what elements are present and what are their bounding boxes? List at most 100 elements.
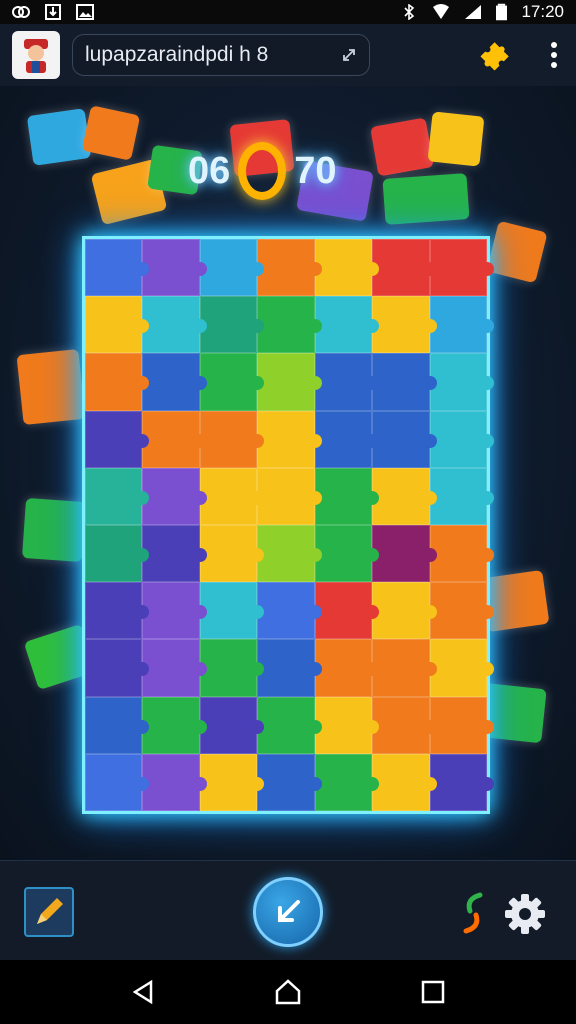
puzzle-tile[interactable]	[142, 467, 208, 525]
loose-piece[interactable]	[480, 569, 550, 633]
gear-icon	[505, 894, 545, 934]
hint-button[interactable]	[24, 887, 74, 937]
puzzle-tile[interactable]	[372, 753, 438, 811]
loose-piece[interactable]	[370, 117, 434, 177]
puzzle-tile[interactable]	[199, 525, 265, 583]
shuffle-button[interactable]	[460, 891, 486, 935]
notification-icon	[12, 6, 30, 18]
collapse-icon[interactable]	[341, 47, 357, 63]
puzzle-tile[interactable]	[85, 525, 150, 583]
puzzle-tile[interactable]	[372, 696, 438, 754]
puzzle-tile[interactable]	[142, 753, 208, 811]
puzzle-tile[interactable]	[372, 639, 438, 697]
loose-piece[interactable]	[16, 348, 86, 426]
puzzle-tile[interactable]	[429, 239, 495, 297]
back-button[interactable]	[123, 972, 163, 1012]
puzzle-tile[interactable]	[372, 410, 438, 468]
recents-button[interactable]	[413, 972, 453, 1012]
wifi-icon	[433, 4, 450, 19]
puzzle-tile[interactable]	[429, 639, 495, 697]
puzzle-tile[interactable]	[257, 639, 323, 697]
more-options-button[interactable]	[544, 37, 564, 73]
puzzle-tile[interactable]	[257, 296, 323, 354]
puzzle-tile[interactable]	[429, 525, 495, 583]
puzzle-tile[interactable]	[372, 353, 438, 411]
puzzle-tile[interactable]	[199, 639, 265, 697]
puzzle-tile[interactable]	[429, 296, 495, 354]
character-avatar-icon	[24, 39, 48, 73]
puzzle-tile[interactable]	[314, 353, 380, 411]
puzzle-tile[interactable]	[199, 582, 265, 640]
puzzle-tile[interactable]	[257, 239, 323, 297]
puzzle-piece-button[interactable]	[478, 37, 514, 73]
back-icon	[132, 979, 152, 1005]
puzzle-tile[interactable]	[372, 525, 438, 583]
puzzle-tile[interactable]	[257, 525, 323, 583]
puzzle-tile[interactable]	[257, 410, 323, 468]
puzzle-tile[interactable]	[429, 467, 495, 525]
puzzle-tile[interactable]	[257, 753, 323, 811]
loose-piece[interactable]	[21, 497, 87, 563]
puzzle-tile[interactable]	[314, 296, 380, 354]
loose-piece[interactable]	[486, 220, 548, 284]
puzzle-tile[interactable]	[199, 296, 265, 354]
loose-piece[interactable]	[26, 108, 92, 166]
puzzle-tile[interactable]	[429, 353, 495, 411]
puzzle-tile[interactable]	[199, 753, 265, 811]
loose-piece[interactable]	[382, 173, 470, 225]
shuffle-icon	[463, 892, 483, 934]
puzzle-tile[interactable]	[314, 582, 380, 640]
main-action-button[interactable]	[253, 877, 323, 947]
puzzle-tile[interactable]	[429, 410, 495, 468]
puzzle-tile[interactable]	[142, 582, 208, 640]
puzzle-tile[interactable]	[314, 696, 380, 754]
home-button[interactable]	[268, 972, 308, 1012]
puzzle-tile[interactable]	[314, 639, 380, 697]
puzzle-tile[interactable]	[314, 410, 380, 468]
puzzle-tile[interactable]	[372, 296, 438, 354]
puzzle-tile[interactable]	[85, 410, 150, 468]
puzzle-tile[interactable]	[142, 353, 208, 411]
puzzle-tile[interactable]	[142, 410, 208, 468]
puzzle-tile[interactable]	[142, 296, 208, 354]
puzzle-tile[interactable]	[257, 353, 323, 411]
puzzle-tile[interactable]	[85, 296, 150, 354]
puzzle-tile[interactable]	[314, 525, 380, 583]
puzzle-tile[interactable]	[372, 467, 438, 525]
game-area: 06 70	[0, 86, 576, 860]
puzzle-tile[interactable]	[85, 239, 150, 297]
puzzle-tile[interactable]	[85, 639, 150, 697]
puzzle-tile[interactable]	[85, 582, 150, 640]
loose-piece[interactable]	[81, 105, 141, 161]
loose-piece[interactable]	[427, 111, 485, 167]
puzzle-tile[interactable]	[429, 582, 495, 640]
puzzle-tile[interactable]	[85, 696, 150, 754]
puzzle-tile[interactable]	[142, 639, 208, 697]
puzzle-tile[interactable]	[314, 753, 380, 811]
puzzle-board[interactable]	[82, 236, 495, 814]
puzzle-tile[interactable]	[257, 696, 323, 754]
puzzle-tile[interactable]	[257, 582, 323, 640]
puzzle-tile[interactable]	[429, 753, 495, 811]
puzzle-tile[interactable]	[85, 353, 150, 411]
puzzle-tile[interactable]	[199, 467, 265, 525]
puzzle-tile[interactable]	[142, 239, 208, 297]
settings-button[interactable]	[502, 891, 548, 937]
puzzle-tile[interactable]	[199, 239, 265, 297]
puzzle-tile[interactable]	[85, 467, 150, 525]
puzzle-tile[interactable]	[257, 467, 323, 525]
puzzle-tile[interactable]	[199, 696, 265, 754]
puzzle-tile[interactable]	[314, 467, 380, 525]
puzzle-tile[interactable]	[142, 525, 208, 583]
status-time: 17:20	[521, 2, 564, 21]
puzzle-tile[interactable]	[429, 696, 495, 754]
puzzle-tile[interactable]	[85, 753, 150, 811]
puzzle-tile[interactable]	[199, 410, 265, 468]
avatar[interactable]	[12, 31, 60, 79]
puzzle-tile[interactable]	[142, 696, 208, 754]
puzzle-tile[interactable]	[314, 239, 380, 297]
title-field[interactable]: lupapzaraindpdi h 8	[72, 34, 370, 76]
puzzle-tile[interactable]	[372, 582, 438, 640]
puzzle-tile[interactable]	[199, 353, 265, 411]
puzzle-tile[interactable]	[372, 239, 438, 297]
